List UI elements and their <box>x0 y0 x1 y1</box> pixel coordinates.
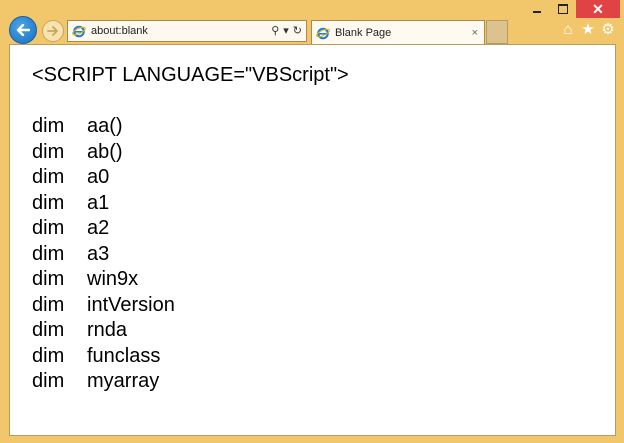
variable-name: rnda <box>87 319 128 341</box>
dropdown-icon[interactable]: ▾ <box>283 25 289 37</box>
tab-title: Blank Page <box>335 26 392 39</box>
search-icon[interactable]: ⚲ <box>271 25 279 37</box>
variable-name: intVersion <box>87 293 175 316</box>
variable-name: a2 <box>87 217 110 239</box>
dim-line: dim a3 <box>32 242 349 268</box>
dim-line: dim funclass <box>32 344 349 370</box>
tab-close-icon[interactable]: × <box>472 27 478 39</box>
dim-keyword: dim <box>32 293 65 316</box>
dim-keyword: dim <box>32 370 65 392</box>
dim-keyword: dim <box>32 191 65 214</box>
variable-name: ab() <box>87 140 123 163</box>
ie-logo-icon <box>316 27 330 39</box>
refresh-icon[interactable]: ↻ <box>293 25 302 37</box>
dim-line: dim rnda <box>32 318 349 344</box>
ie-logo-icon <box>72 25 86 38</box>
forward-button[interactable] <box>42 20 64 42</box>
page-content: <SCRIPT LANGUAGE="VBScript"> dim aa() dim a… <box>9 44 616 436</box>
dim-keyword: dim <box>32 140 65 163</box>
close-window-button[interactable]: ✕ <box>576 0 620 18</box>
back-button[interactable] <box>9 16 37 44</box>
home-icon[interactable]: ⌂ <box>560 22 576 38</box>
toolbar-icons: ⌂ ★ ⚙ <box>560 22 616 38</box>
address-url[interactable]: about:blank <box>91 25 271 37</box>
variable-name: a3 <box>87 242 110 265</box>
minimize-button[interactable] <box>524 0 550 18</box>
dim-keyword: dim <box>32 344 65 367</box>
close-icon: ✕ <box>592 1 604 17</box>
star-icon[interactable]: ★ <box>580 22 596 38</box>
script-listing: <SCRIPT LANGUAGE="VBScript"> dim aa() dim a… <box>32 63 349 395</box>
address-bar[interactable]: about:blank ⚲ ▾ ↻ <box>67 20 307 42</box>
variable-name: a0 <box>87 166 110 188</box>
dim-keyword: dim <box>32 319 65 341</box>
variable-name: aa() <box>87 115 123 137</box>
dim-line: dim win9x <box>32 267 349 293</box>
dim-line: dim myarray <box>32 369 349 395</box>
maximize-icon <box>558 4 568 14</box>
dim-keyword: dim <box>32 242 65 265</box>
script-tag-line: <SCRIPT LANGUAGE="VBScript"> <box>32 64 349 86</box>
dim-line: dim a1 <box>32 191 349 217</box>
dim-line: dim a0 <box>32 165 349 191</box>
dim-keyword: dim <box>32 268 65 290</box>
back-arrow-icon <box>16 24 30 36</box>
new-tab-button[interactable] <box>486 20 508 44</box>
dim-line: dim aa() <box>32 114 349 140</box>
maximize-button[interactable] <box>550 0 576 18</box>
dim-line: dim a2 <box>32 216 349 242</box>
variable-name: myarray <box>87 370 160 392</box>
variable-list: dim aa() dim ab() dim a0 dim a1 dim a2 dim a3 dim win… <box>32 114 349 395</box>
minimize-icon <box>533 11 541 13</box>
gear-icon[interactable]: ⚙ <box>600 22 616 38</box>
browser-window: ✕ about:blank ⚲ ▾ ↻ Blank Page × ⌂ ★ ⚙ <… <box>0 0 624 443</box>
dim-keyword: dim <box>32 217 65 239</box>
variable-name: win9x <box>87 268 139 290</box>
forward-arrow-icon <box>47 26 58 36</box>
variable-name: funclass <box>87 344 161 367</box>
dim-keyword: dim <box>32 166 65 188</box>
dim-keyword: dim <box>32 115 65 137</box>
dim-line: dim ab() <box>32 140 349 166</box>
tab-blank-page[interactable]: Blank Page × <box>311 20 485 44</box>
variable-name: a1 <box>87 191 110 214</box>
caption-buttons: ✕ <box>524 0 620 18</box>
dim-line: dim intVersion <box>32 293 349 319</box>
